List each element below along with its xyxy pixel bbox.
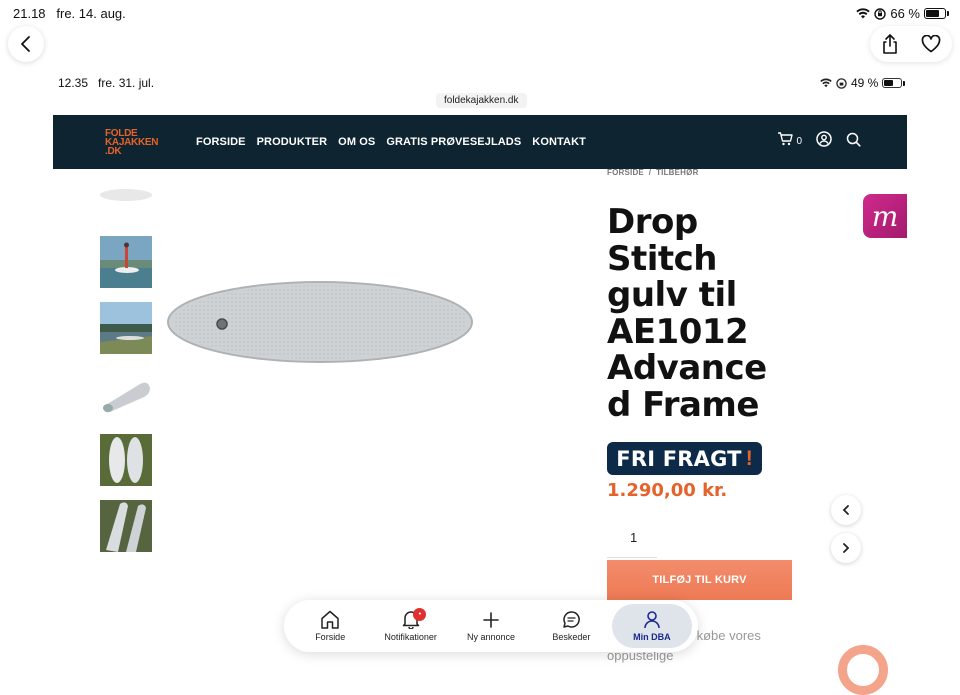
- tab-beskeder[interactable]: Beskeder: [531, 604, 611, 648]
- share-icon[interactable]: [881, 34, 899, 54]
- lock-rotation-icon: [874, 7, 887, 20]
- heart-icon[interactable]: [921, 35, 941, 53]
- quantity-underline: [607, 557, 657, 558]
- site-header: FOLDE KAJAKKEN .DK FORSIDE PRODUKTER OM …: [53, 115, 907, 169]
- chevron-right-icon: [843, 543, 850, 553]
- logo-line-3: .DK: [105, 145, 122, 157]
- product-title: Drop Stitch gulv til AE1012 Advance d Fr…: [607, 202, 767, 425]
- outer-battery-percent: 66 %: [890, 6, 920, 21]
- thumbnail-2[interactable]: [100, 302, 152, 354]
- thumbnail-3[interactable]: [100, 368, 152, 420]
- add-to-cart-button[interactable]: TILFØJ TIL KURV: [607, 560, 792, 600]
- m-app-badge[interactable]: m: [863, 194, 907, 238]
- free-shipping-label: FRI FRAGT: [616, 446, 742, 471]
- chat-icon: [563, 611, 580, 628]
- notification-badge: •: [413, 608, 427, 621]
- wifi-icon: [856, 8, 871, 19]
- cart-button[interactable]: 0: [777, 132, 802, 147]
- thumbnail-4[interactable]: [100, 434, 152, 486]
- breadcrumb[interactable]: FORSIDE / TILBEHØR: [607, 168, 699, 177]
- nav-item-kontakt[interactable]: KONTAKT: [532, 136, 586, 148]
- outer-status-time: 21.18 fre. 14. aug.: [13, 6, 126, 21]
- tab-notifikationer[interactable]: • Notifikationer: [370, 604, 450, 648]
- bottom-tab-bar: Forside • Notifikationer Ny annonce Besk…: [284, 600, 698, 652]
- thumbnail-partial[interactable]: [100, 189, 152, 201]
- wifi-icon: [820, 78, 832, 88]
- inner-status-icons: 49 %: [820, 76, 906, 90]
- user-icon: [644, 611, 660, 629]
- outer-status-icons: 66 %: [856, 6, 949, 21]
- chat-bubble-partial[interactable]: [838, 645, 888, 695]
- thumbnail-1[interactable]: [100, 236, 152, 288]
- nav-item-om-os[interactable]: OM OS: [338, 136, 375, 148]
- chevron-left-icon: [842, 505, 849, 515]
- cart-icon: [778, 132, 794, 146]
- carousel-next-button[interactable]: [831, 533, 861, 563]
- header-icons: 0: [777, 131, 861, 147]
- plus-icon: [483, 611, 499, 628]
- nav-item-gratis-proevesejlads[interactable]: GRATIS PRØVESEJLADS: [386, 136, 521, 148]
- inner-battery-percent: 49 %: [851, 76, 879, 90]
- account-icon[interactable]: [816, 131, 832, 147]
- thumbnail-5[interactable]: [100, 500, 152, 552]
- tab-min-dba[interactable]: Min DBA: [611, 604, 693, 648]
- battery-icon: [882, 78, 906, 88]
- tab-label: Forside: [315, 632, 346, 642]
- quantity-input[interactable]: 1: [630, 530, 637, 545]
- tab-label: Min DBA: [633, 632, 671, 642]
- search-icon[interactable]: [846, 132, 861, 147]
- site-logo[interactable]: FOLDE KAJAKKEN .DK: [105, 127, 169, 157]
- tab-ny-annonce[interactable]: Ny annonce: [451, 604, 531, 648]
- main-nav: FORSIDE PRODUKTER OM OS GRATIS PRØVESEJL…: [196, 136, 586, 148]
- chevron-left-icon: [21, 36, 30, 52]
- back-button[interactable]: [8, 26, 44, 62]
- tab-forside[interactable]: Forside: [290, 604, 370, 648]
- inner-status-time: 12.35 fre. 31. jul.: [58, 76, 155, 90]
- free-shipping-badge: FRI FRAGT !: [607, 442, 762, 475]
- lock-rotation-icon: [836, 77, 847, 89]
- top-actions: [870, 26, 952, 62]
- carousel-prev-button[interactable]: [831, 495, 861, 525]
- tab-label: Beskeder: [552, 632, 591, 642]
- product-price: 1.290,00 kr.: [607, 480, 728, 501]
- cart-count: 0: [796, 135, 802, 147]
- url-label[interactable]: foldekajakken.dk: [436, 93, 527, 108]
- free-shipping-exclamation: !: [745, 446, 753, 470]
- product-main-image[interactable]: [166, 280, 474, 364]
- tab-label: Ny annonce: [466, 631, 516, 642]
- nav-item-produkter[interactable]: PRODUKTER: [257, 136, 328, 148]
- battery-icon: [924, 8, 949, 19]
- nav-item-forside[interactable]: FORSIDE: [196, 136, 246, 148]
- tab-label: Notifikationer: [384, 632, 437, 642]
- home-icon: [321, 610, 339, 629]
